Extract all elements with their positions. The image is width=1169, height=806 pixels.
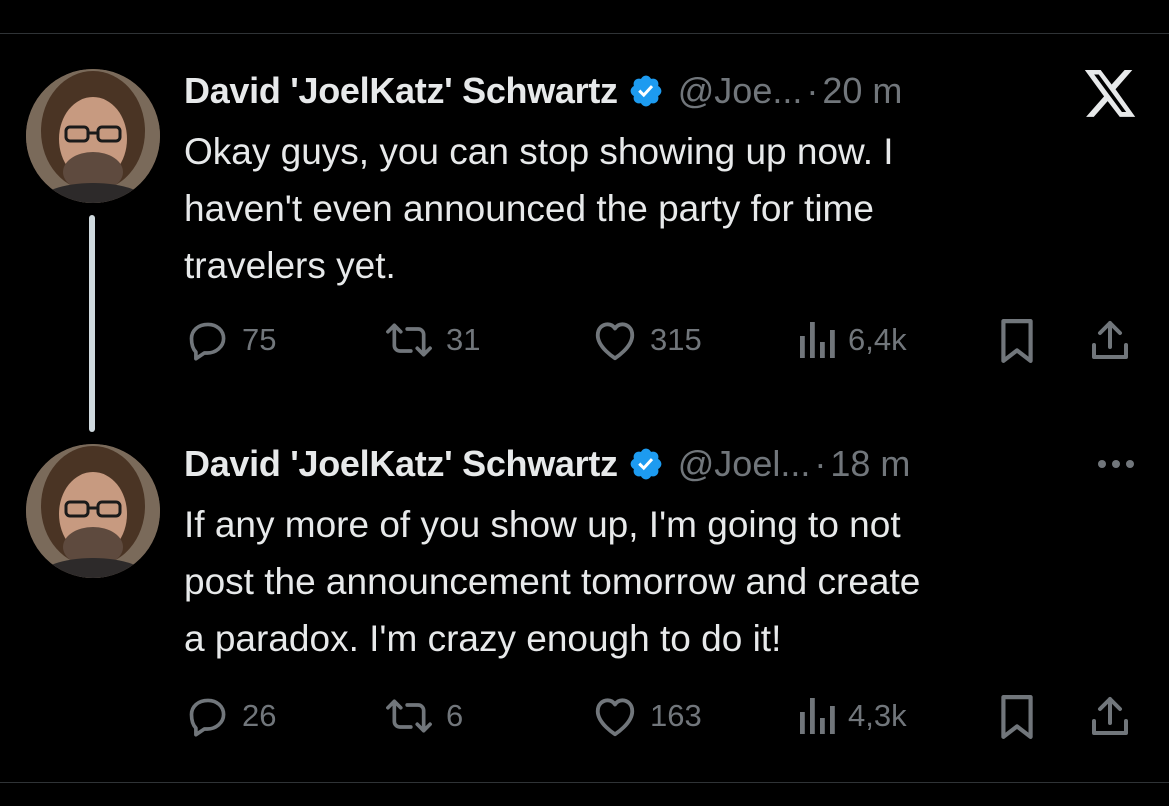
- repost-count: 6: [446, 698, 464, 733]
- like-count: 163: [650, 698, 702, 733]
- author-handle[interactable]: @Joe...: [678, 70, 803, 112]
- tweet-actions: 75 31 315 6,4k: [184, 318, 1144, 368]
- avatar[interactable]: [26, 69, 160, 203]
- tweet-text: If any more of you show up, I'm going to…: [184, 504, 921, 659]
- avatar[interactable]: [26, 444, 160, 578]
- repost-count: 31: [446, 322, 481, 357]
- like-count: 315: [650, 322, 702, 357]
- tweet-header: David 'JoelKatz' Schwartz @Joel... · 18 …: [184, 441, 910, 487]
- reply-icon: [189, 322, 226, 361]
- like-button[interactable]: 163: [592, 694, 702, 738]
- views-count: 4,3k: [848, 698, 907, 733]
- views-icon: [800, 698, 835, 734]
- timestamp[interactable]: 18 m: [830, 443, 910, 485]
- thread-connector-line: [89, 215, 95, 432]
- heart-icon: [595, 322, 635, 361]
- like-button[interactable]: 315: [592, 318, 702, 362]
- views-count: 6,4k: [848, 322, 907, 357]
- bookmark-button[interactable]: [996, 318, 1038, 364]
- verified-badge-icon: [628, 73, 664, 109]
- share-icon: [1092, 697, 1128, 735]
- repost-icon: [386, 699, 432, 733]
- bookmark-icon: [1001, 319, 1033, 363]
- repost-button[interactable]: 31: [384, 318, 480, 362]
- author-handle[interactable]: @Joel...: [678, 443, 811, 485]
- share-button[interactable]: [1088, 318, 1132, 364]
- timestamp[interactable]: 20 m: [822, 70, 902, 112]
- separator-dot: ·: [814, 443, 827, 484]
- reply-button[interactable]: 26: [186, 694, 276, 738]
- tweet-header: David 'JoelKatz' Schwartz @Joe... · 20 m: [184, 68, 902, 114]
- x-logo-icon: [1084, 70, 1138, 123]
- top-divider: [0, 33, 1169, 34]
- author-name[interactable]: David 'JoelKatz' Schwartz: [184, 443, 618, 485]
- tweet-actions: 26 6 163 4,3k: [184, 694, 1144, 744]
- reply-count: 26: [242, 698, 277, 733]
- views-icon: [800, 322, 835, 358]
- share-icon: [1092, 321, 1128, 359]
- repost-icon: [386, 323, 432, 357]
- reply-button[interactable]: 75: [186, 318, 276, 362]
- views-button[interactable]: 4,3k: [796, 694, 907, 738]
- views-button[interactable]: 6,4k: [796, 318, 907, 362]
- bookmark-button[interactable]: [996, 694, 1038, 740]
- heart-icon: [595, 698, 635, 737]
- avatar-photo: [26, 444, 160, 578]
- separator-dot: ·: [806, 70, 819, 111]
- author-name[interactable]: David 'JoelKatz' Schwartz: [184, 70, 618, 112]
- share-button[interactable]: [1088, 694, 1132, 740]
- reply-icon: [189, 698, 226, 737]
- more-icon[interactable]: [1094, 452, 1138, 481]
- repost-button[interactable]: 6: [384, 694, 463, 738]
- reply-count: 75: [242, 322, 277, 357]
- tweet-text: Okay guys, you can stop showing up now. …: [184, 131, 894, 286]
- verified-badge-icon: [628, 446, 664, 482]
- bottom-divider: [0, 782, 1169, 783]
- bookmark-icon: [1001, 695, 1033, 739]
- avatar-photo: [26, 69, 160, 203]
